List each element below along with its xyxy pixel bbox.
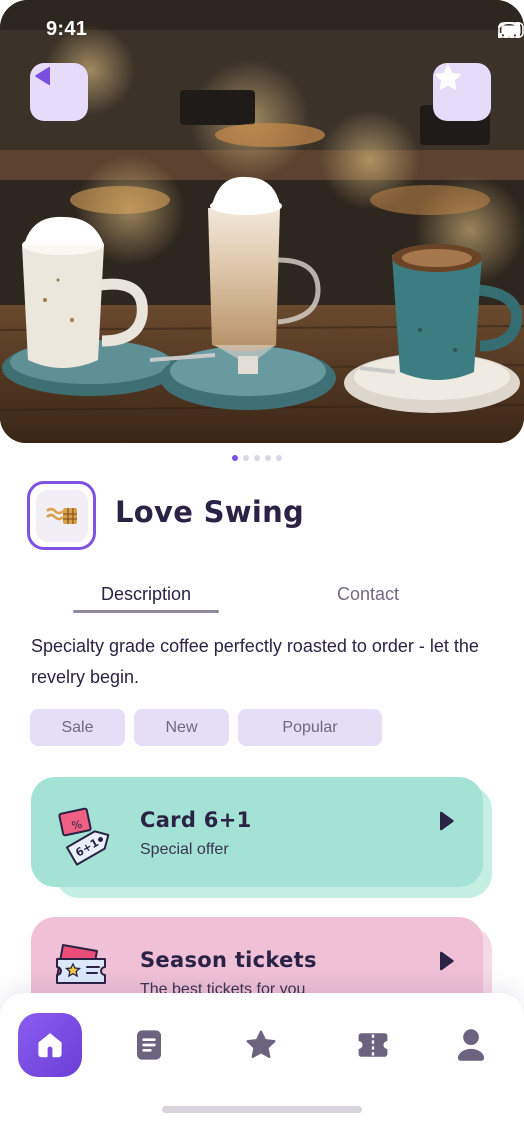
discount-tag-icon: % 6+1 <box>58 807 110 866</box>
hero-image: 9:41 <box>0 0 524 443</box>
app-screen: 9:41 Love Swing Description Contact Spec… <box>0 0 524 1131</box>
carousel-indicator <box>232 455 282 461</box>
nav-home[interactable] <box>18 1013 82 1077</box>
status-bar: 9:41 <box>0 0 524 60</box>
status-time: 9:41 <box>46 18 88 40</box>
carousel-dot[interactable] <box>265 455 271 461</box>
carousel-dot[interactable] <box>243 455 249 461</box>
tag-chip[interactable]: Popular <box>238 709 382 746</box>
back-button[interactable] <box>30 63 88 121</box>
offer-card-loyalty[interactable]: % 6+1 Card 6+1 Special offer <box>31 777 483 887</box>
ticket-icon <box>358 1033 388 1057</box>
chevron-right-icon <box>440 951 454 971</box>
tab-description[interactable]: Description <box>73 584 219 605</box>
active-tab-underline <box>73 610 219 613</box>
ticket-icon <box>56 944 106 984</box>
shop-name: Love Swing <box>115 495 305 529</box>
battery-icon <box>498 22 524 38</box>
nav-favorites[interactable] <box>229 1013 293 1077</box>
nav-profile[interactable] <box>439 1013 503 1077</box>
waffle-logo <box>45 507 77 524</box>
tag-chip[interactable]: New <box>134 709 229 746</box>
carousel-dot[interactable] <box>276 455 282 461</box>
profile-icon <box>457 1029 485 1061</box>
nav-documents[interactable] <box>117 1013 181 1077</box>
tag-list: Sale New Popular <box>30 709 382 746</box>
back-icon <box>35 66 50 86</box>
star-icon <box>435 65 461 90</box>
bottom-navigation <box>0 993 524 1131</box>
offer-title: Card 6+1 <box>140 808 252 832</box>
shop-logo-inner <box>35 489 88 542</box>
offer-title: Season tickets <box>140 948 317 972</box>
tab-contact[interactable]: Contact <box>300 584 436 605</box>
shop-description: Specialty grade coffee perfectly roasted… <box>31 636 479 687</box>
chevron-right-icon <box>440 811 454 831</box>
tag-chip[interactable]: Sale <box>30 709 125 746</box>
star-icon <box>246 1030 276 1058</box>
offer-subtitle: Special offer <box>140 841 229 858</box>
home-icon <box>38 1033 62 1058</box>
home-indicator <box>162 1106 362 1113</box>
carousel-dot[interactable] <box>254 455 260 461</box>
nav-tickets[interactable] <box>341 1013 405 1077</box>
favorite-button[interactable] <box>433 63 491 121</box>
shop-logo <box>27 481 96 550</box>
document-icon <box>137 1030 161 1060</box>
carousel-dot[interactable] <box>232 455 238 461</box>
